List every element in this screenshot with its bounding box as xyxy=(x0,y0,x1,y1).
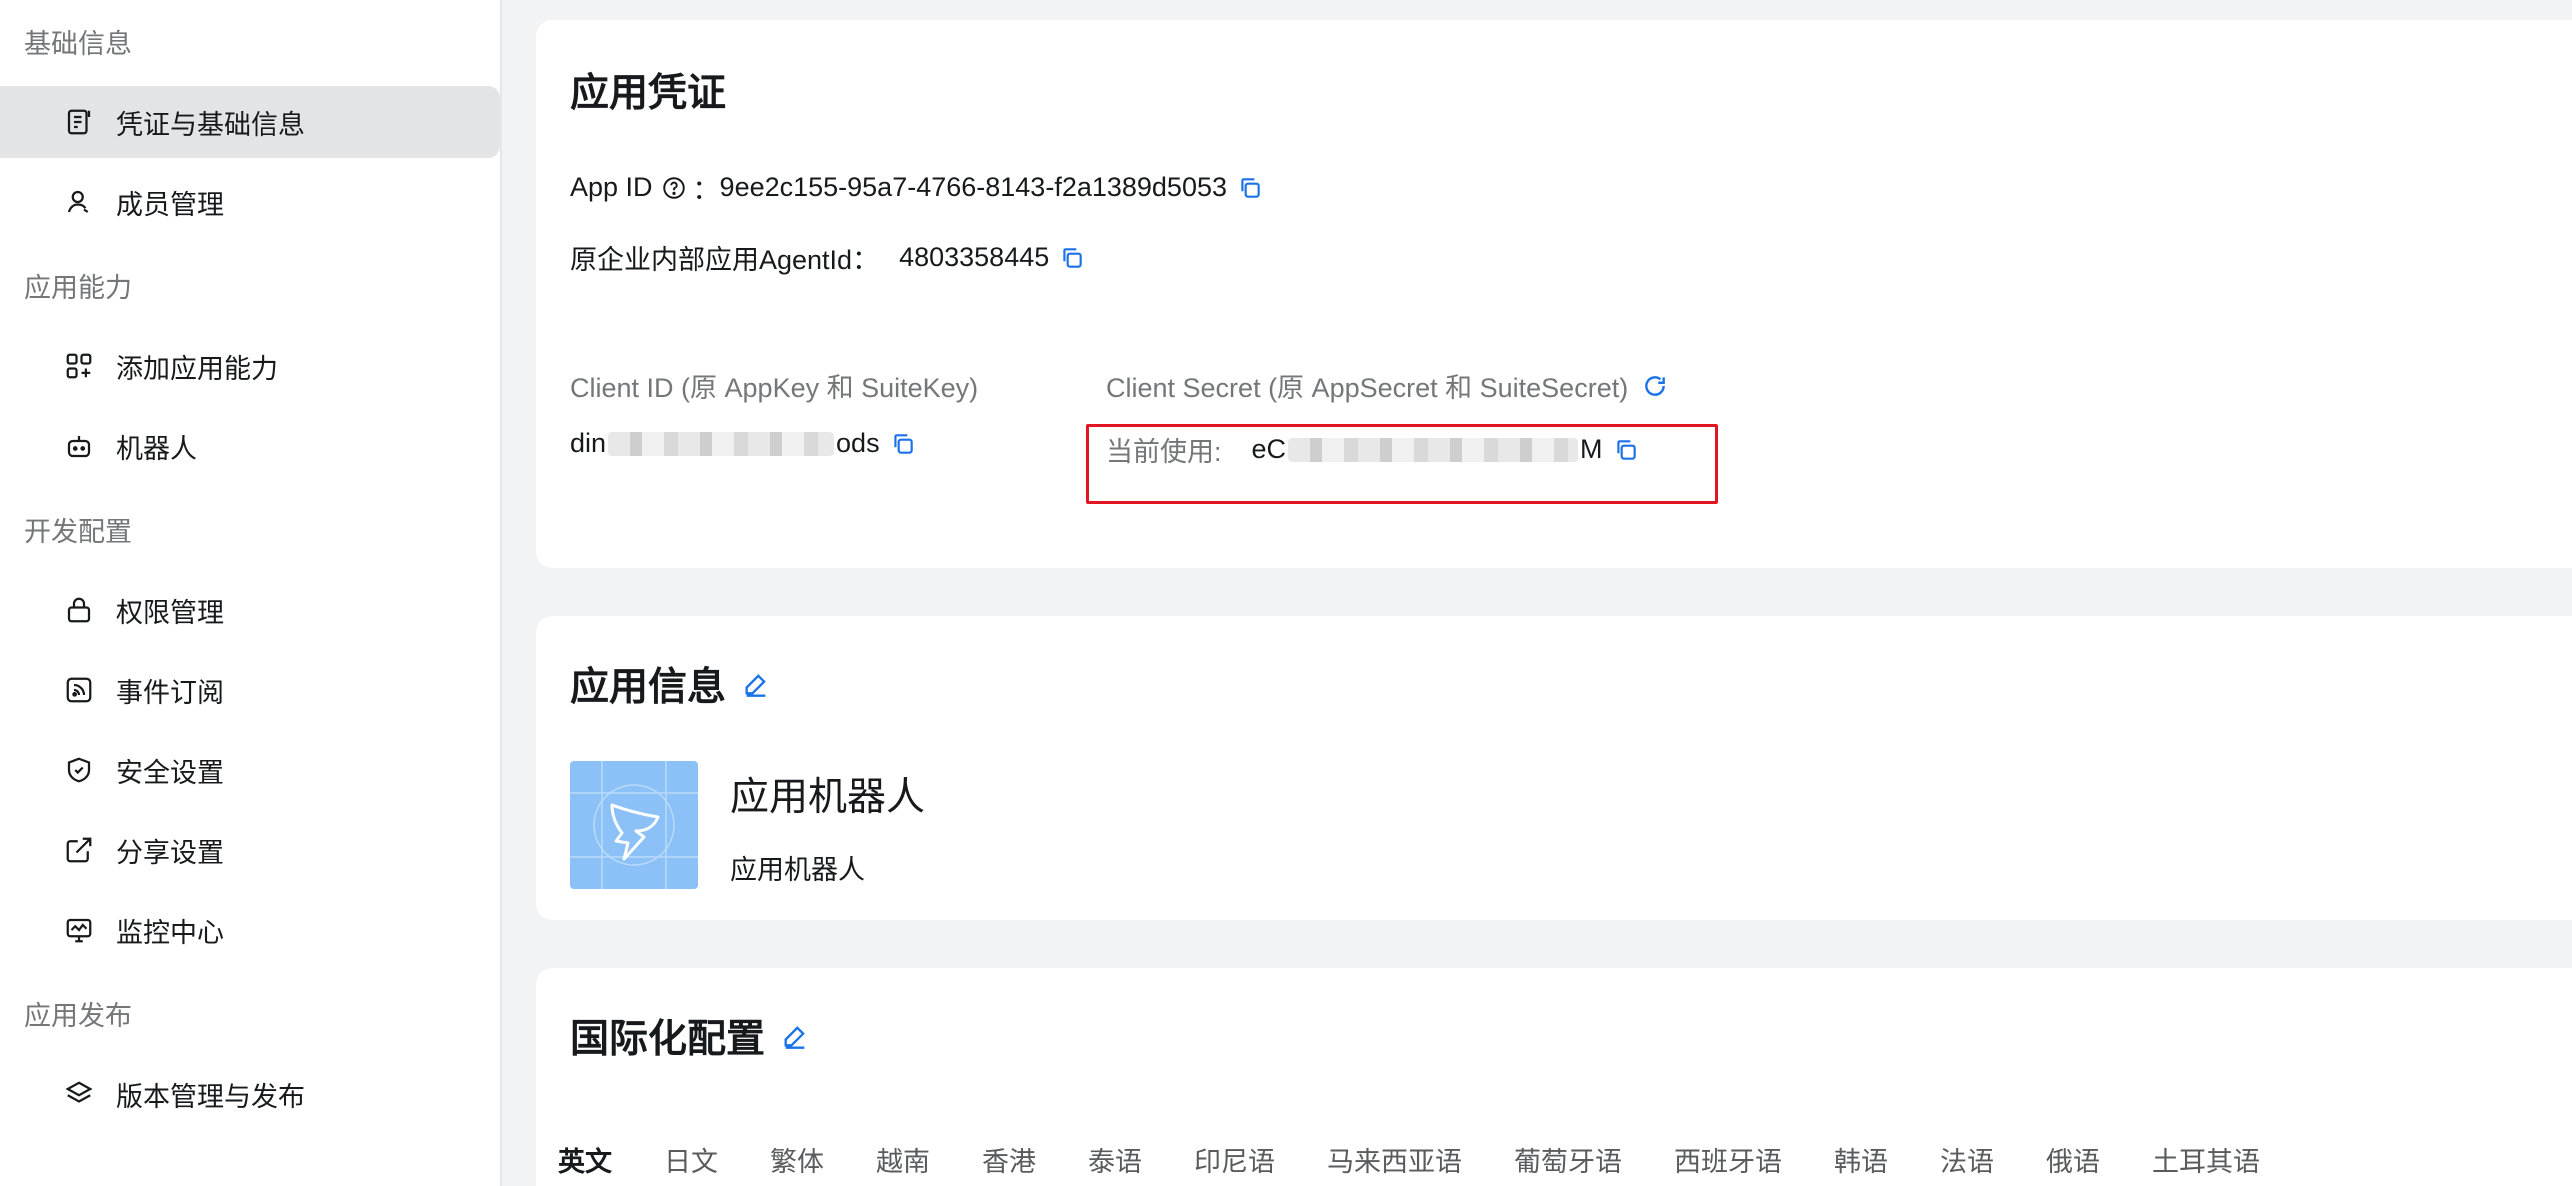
app-info-title: 应用信息 xyxy=(570,666,727,709)
tab-hongkong[interactable]: 香港 xyxy=(982,1140,1036,1179)
layers-icon xyxy=(64,1079,94,1109)
credentials-title: 应用凭证 xyxy=(570,72,727,115)
tab-russian[interactable]: 俄语 xyxy=(2046,1140,2100,1179)
sidebar-item-label: 安全设置 xyxy=(116,757,224,788)
sidebar-item-label: 机器人 xyxy=(116,433,197,464)
agent-id-label: 原企业内部应用AgentId： xyxy=(570,245,880,275)
sidebar-item-monitor[interactable]: 监控中心 xyxy=(0,894,500,966)
app-id-value: 9ee2c155-95a7-4766-8143-f2a1389d5053 xyxy=(719,172,1227,202)
agent-id-value: 4803358445 xyxy=(899,242,1050,272)
tab-thai[interactable]: 泰语 xyxy=(1088,1140,1142,1179)
app-info-card: 应用信息 应用机器人 应用机器人 xyxy=(536,616,2572,920)
sidebar-section-basic: 基础信息 xyxy=(24,29,132,59)
tab-vietnamese[interactable]: 越南 xyxy=(876,1140,930,1179)
dingtalk-logo-icon xyxy=(570,761,698,889)
app-id-colon: ： xyxy=(692,175,720,205)
tab-korean[interactable]: 韩语 xyxy=(1834,1140,1888,1179)
user-icon xyxy=(64,187,94,217)
sidebar-item-permissions[interactable]: 权限管理 xyxy=(0,574,500,646)
help-icon[interactable] xyxy=(661,175,687,201)
client-secret-label: Client Secret (原 AppSecret 和 SuiteSecret… xyxy=(1106,373,1629,403)
copy-icon[interactable] xyxy=(1613,437,1639,463)
monitor-icon xyxy=(64,915,94,945)
client-id-row: din ods xyxy=(570,428,916,459)
credential-icon xyxy=(64,107,94,137)
sidebar-section-dev-config: 开发配置 xyxy=(24,517,132,547)
sidebar-item-version[interactable]: 版本管理与发布 xyxy=(0,1058,500,1130)
app-description: 应用机器人 xyxy=(730,855,865,885)
sidebar-section-capability: 应用能力 xyxy=(24,273,132,303)
tab-indonesian[interactable]: 印尼语 xyxy=(1194,1140,1275,1179)
robot-icon xyxy=(64,431,94,461)
masked-client-id xyxy=(608,431,835,456)
app-logo xyxy=(570,761,698,889)
copy-icon[interactable] xyxy=(890,431,916,457)
app-id-row: App ID ： 9ee2c155-95a7-4766-8143-f2a1389… xyxy=(570,168,1263,207)
share-icon xyxy=(64,835,94,865)
tab-french[interactable]: 法语 xyxy=(1940,1140,1994,1179)
copy-icon[interactable] xyxy=(1237,175,1263,201)
tab-portuguese[interactable]: 葡萄牙语 xyxy=(1514,1140,1622,1179)
edit-icon[interactable] xyxy=(742,670,770,698)
copy-icon[interactable] xyxy=(1059,245,1085,271)
app-name: 应用机器人 xyxy=(730,776,926,819)
shield-icon xyxy=(64,755,94,785)
i18n-title: 国际化配置 xyxy=(570,1018,766,1061)
client-secret-header: Client Secret (原 AppSecret 和 SuiteSecret… xyxy=(1106,366,1668,405)
sidebar-section-release: 应用发布 xyxy=(24,1001,132,1031)
i18n-header: 国际化配置 xyxy=(570,1008,809,1064)
sidebar-item-events[interactable]: 事件订阅 xyxy=(0,654,500,726)
edit-icon[interactable] xyxy=(781,1022,809,1050)
sidebar-item-security[interactable]: 安全设置 xyxy=(0,734,500,806)
sidebar: 基础信息 凭证与基础信息 成员管理 应用能力 添加应用能力 机器人 开发配置 权… xyxy=(0,0,502,1186)
sidebar-item-label: 权限管理 xyxy=(116,597,224,628)
sidebar-item-label: 版本管理与发布 xyxy=(116,1081,305,1112)
tab-spanish[interactable]: 西班牙语 xyxy=(1674,1140,1782,1179)
main-content: 应用凭证 App ID ： 9ee2c155-95a7-4766-8143-f2… xyxy=(502,0,2572,1186)
app-id-label: App ID xyxy=(570,172,653,202)
sidebar-item-label: 事件订阅 xyxy=(116,677,224,708)
client-secret-prefix: eC xyxy=(1251,434,1287,464)
credentials-card: 应用凭证 App ID ： 9ee2c155-95a7-4766-8143-f2… xyxy=(536,20,2572,568)
sidebar-item-label: 成员管理 xyxy=(116,189,224,220)
tab-traditional-chinese[interactable]: 繁体 xyxy=(770,1140,824,1179)
client-id-prefix: din xyxy=(570,428,607,458)
agent-id-row: 原企业内部应用AgentId： 4803358445 xyxy=(570,238,1085,277)
tab-malay[interactable]: 马来西亚语 xyxy=(1327,1140,1462,1179)
sidebar-item-label: 监控中心 xyxy=(116,917,224,948)
tab-japanese[interactable]: 日文 xyxy=(664,1140,718,1179)
app-info-header: 应用信息 xyxy=(570,656,770,712)
sidebar-item-robot[interactable]: 机器人 xyxy=(0,410,500,482)
language-tabs: 英文 日文 繁体 越南 香港 泰语 印尼语 马来西亚语 葡萄牙语 西班牙语 韩语… xyxy=(558,1140,2312,1179)
lock-icon xyxy=(64,595,94,625)
sidebar-item-members[interactable]: 成员管理 xyxy=(0,166,500,238)
client-secret-row: 当前使用: eC M xyxy=(1106,430,1639,469)
sidebar-item-add-capability[interactable]: 添加应用能力 xyxy=(0,330,500,402)
current-use-label: 当前使用: xyxy=(1106,437,1222,467)
client-id-suffix: ods xyxy=(836,428,880,458)
sidebar-item-label: 分享设置 xyxy=(116,837,224,868)
sidebar-item-label: 添加应用能力 xyxy=(116,353,278,384)
client-secret-suffix: M xyxy=(1580,434,1603,464)
tab-turkish[interactable]: 土耳其语 xyxy=(2152,1140,2260,1179)
sidebar-item-credentials[interactable]: 凭证与基础信息 xyxy=(0,86,500,158)
client-id-label: Client ID (原 AppKey 和 SuiteKey) xyxy=(570,373,979,403)
sidebar-item-label: 凭证与基础信息 xyxy=(116,109,305,140)
rss-icon xyxy=(64,675,94,705)
refresh-icon[interactable] xyxy=(1642,373,1668,399)
sidebar-item-share[interactable]: 分享设置 xyxy=(0,814,500,886)
add-capability-icon xyxy=(64,351,94,381)
masked-client-secret xyxy=(1288,437,1579,462)
tab-english[interactable]: 英文 xyxy=(558,1140,612,1179)
